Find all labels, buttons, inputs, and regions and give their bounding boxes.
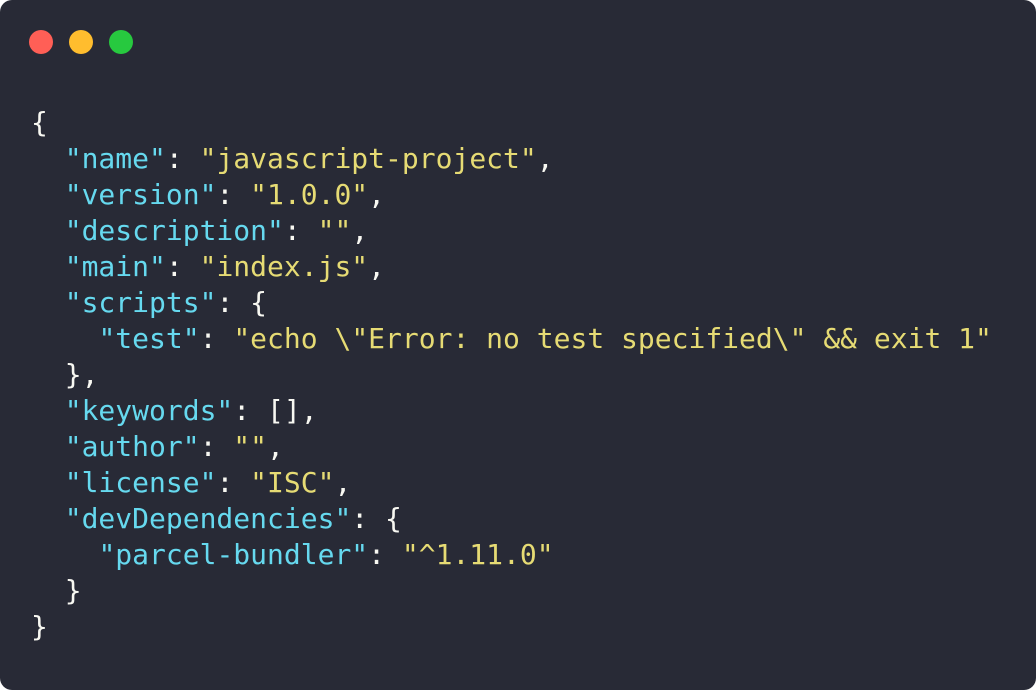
json-punctuation <box>31 394 65 427</box>
code-line: "devDependencies": { <box>31 501 992 537</box>
json-punctuation: : <box>283 214 318 247</box>
json-punctuation: : { <box>216 286 268 319</box>
json-string: "" <box>233 430 268 463</box>
json-key: "keywords" <box>64 394 234 427</box>
json-punctuation <box>31 538 98 571</box>
json-punctuation: , <box>536 142 554 175</box>
json-punctuation <box>31 286 65 319</box>
json-key: "author" <box>64 430 200 463</box>
code-line: } <box>31 573 992 609</box>
code-line: }, <box>31 357 992 393</box>
json-key: "scripts" <box>64 286 217 319</box>
code-line: "version": "1.0.0", <box>31 177 992 213</box>
json-punctuation: , <box>351 214 369 247</box>
json-key: "license" <box>64 466 217 499</box>
json-punctuation: : <box>165 250 200 283</box>
json-key: "version" <box>64 178 217 211</box>
json-string: "" <box>317 214 352 247</box>
close-button[interactable] <box>29 30 53 54</box>
json-punctuation: : <box>165 142 200 175</box>
json-key: "test" <box>98 322 200 355</box>
code-line: "main": "index.js", <box>31 249 992 285</box>
code-line: "description": "", <box>31 213 992 249</box>
json-punctuation: : <box>199 322 234 355</box>
json-punctuation <box>31 178 65 211</box>
json-punctuation: : [], <box>233 394 318 427</box>
json-punctuation: } <box>31 610 48 643</box>
json-key: "name" <box>64 142 166 175</box>
json-key: "description" <box>64 214 284 247</box>
code-line: "author": "", <box>31 429 992 465</box>
json-key: "main" <box>64 250 166 283</box>
json-string: "echo \"Error: no test specified\" && ex… <box>233 322 992 355</box>
json-string: "1.0.0" <box>250 178 369 211</box>
json-punctuation <box>31 250 65 283</box>
code-line: } <box>31 609 992 645</box>
code-line: "keywords": [], <box>31 393 992 429</box>
json-punctuation: } <box>31 574 82 607</box>
json-punctuation: : <box>368 538 402 571</box>
minimize-button[interactable] <box>69 30 93 54</box>
json-punctuation: : <box>216 466 251 499</box>
json-punctuation: : { <box>351 502 402 535</box>
json-punctuation <box>31 430 65 463</box>
json-string: "^1.11.0" <box>401 538 554 571</box>
json-punctuation <box>31 502 65 535</box>
zoom-button[interactable] <box>109 30 133 54</box>
json-punctuation <box>31 466 65 499</box>
code-line: { <box>31 105 992 141</box>
json-key: "parcel-bundler" <box>98 538 369 571</box>
json-punctuation <box>31 322 98 355</box>
json-punctuation: { <box>31 106 48 139</box>
code-line: "license": "ISC", <box>31 465 992 501</box>
code-line: "name": "javascript-project", <box>31 141 992 177</box>
window-controls <box>29 30 133 54</box>
json-punctuation: , <box>368 178 386 211</box>
code-line: "parcel-bundler": "^1.11.0" <box>31 537 992 573</box>
json-punctuation: : <box>199 430 234 463</box>
json-punctuation: , <box>267 430 284 463</box>
json-punctuation <box>31 142 65 175</box>
json-punctuation <box>31 214 65 247</box>
json-punctuation: , <box>334 466 352 499</box>
json-punctuation: , <box>368 250 386 283</box>
json-punctuation: : <box>216 178 251 211</box>
json-key: "devDependencies" <box>64 502 352 535</box>
code-line: "scripts": { <box>31 285 992 321</box>
code-line: "test": "echo \"Error: no test specified… <box>31 321 992 357</box>
json-punctuation: }, <box>31 358 99 391</box>
code-block: { "name": "javascript-project", "version… <box>31 105 992 645</box>
json-string: "index.js" <box>199 250 369 283</box>
code-window: { "name": "javascript-project", "version… <box>0 0 1036 690</box>
json-string: "ISC" <box>250 466 335 499</box>
json-string: "javascript-project" <box>199 142 537 175</box>
